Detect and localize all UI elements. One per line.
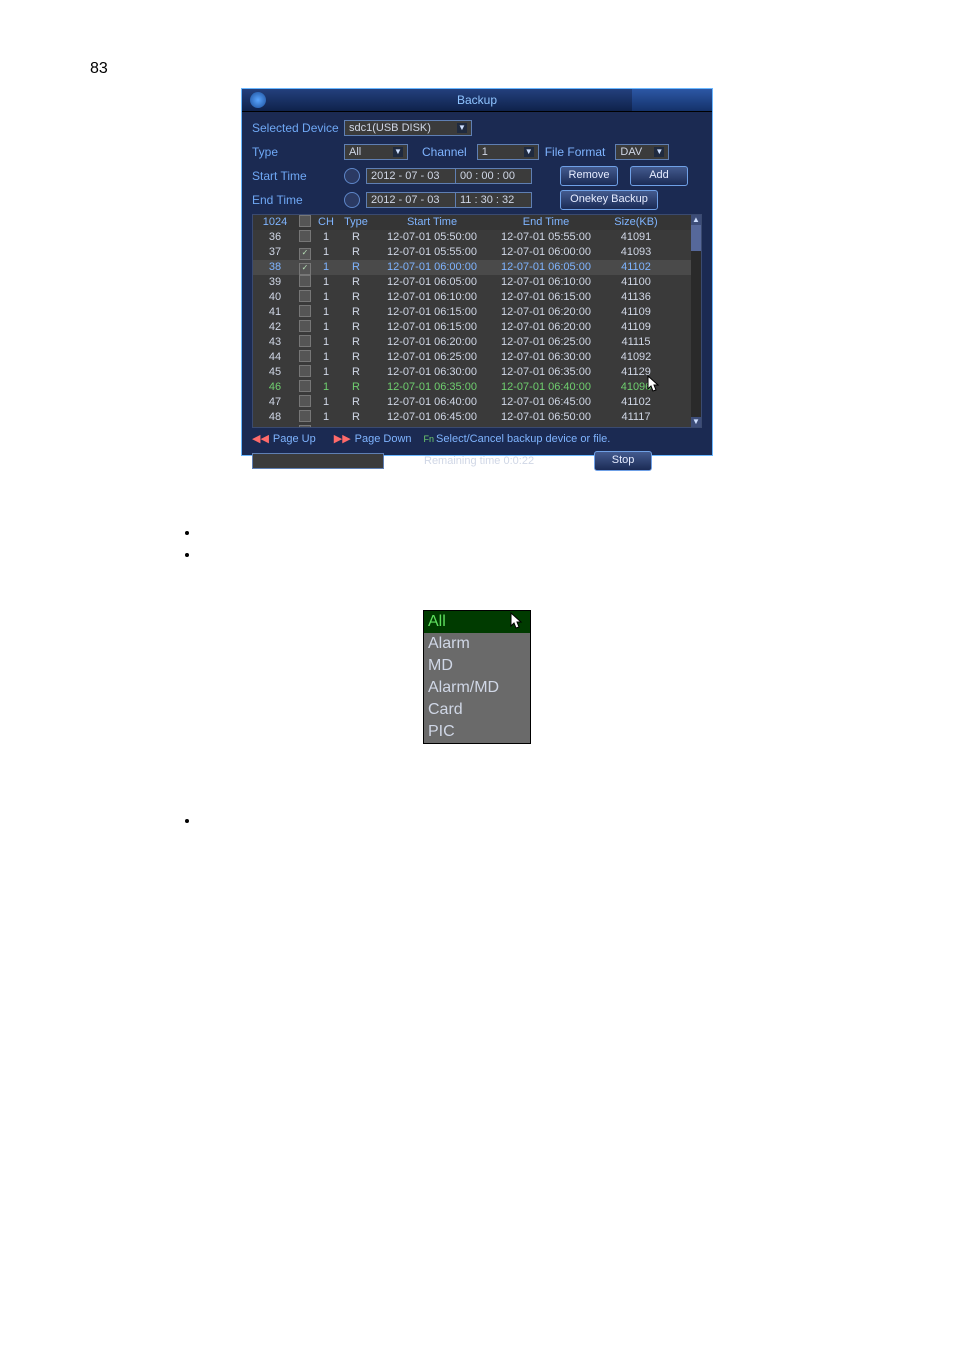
- table-row[interactable]: 481R12-07-01 06:45:0012-07-01 06:50:0041…: [253, 410, 701, 425]
- add-button[interactable]: Add: [630, 166, 688, 186]
- table-row[interactable]: 37✓1R12-07-01 05:55:0012-07-01 06:00:004…: [253, 245, 701, 260]
- remove-button[interactable]: Remove: [560, 166, 618, 186]
- channel-label: Channel: [422, 145, 467, 159]
- file-format-select[interactable]: DAV ▼: [615, 144, 669, 160]
- caption-placeholder: [90, 774, 864, 792]
- start-clock-input[interactable]: 00 : 00 : 00: [456, 168, 532, 184]
- table-row[interactable]: 361R12-07-01 05:50:0012-07-01 05:55:0041…: [253, 230, 701, 245]
- end-clock-input[interactable]: 11 : 30 : 32: [456, 192, 532, 208]
- backup-icon: [250, 92, 266, 108]
- table-row[interactable]: 38✓1R12-07-01 06:00:0012-07-01 06:05:004…: [253, 260, 701, 275]
- chevron-down-icon: ▼: [393, 147, 403, 157]
- bullet-item: [200, 546, 864, 562]
- page-up-label[interactable]: Page Up: [273, 433, 316, 445]
- chevron-down-icon: ▼: [524, 147, 534, 157]
- table-footer: ◀◀ Page Up ▶▶ Page Down Fn Select/Cancel…: [252, 432, 702, 445]
- backup-dialog: Backup Selected Device sdc1(USB DISK) ▼ …: [241, 88, 713, 456]
- progress-bar: [252, 453, 384, 469]
- scroll-down-icon[interactable]: ▼: [691, 417, 701, 427]
- scroll-up-icon[interactable]: ▲: [691, 215, 701, 225]
- table-row[interactable]: 471R12-07-01 06:40:0012-07-01 06:45:0041…: [253, 395, 701, 410]
- menu-item[interactable]: PIC: [424, 721, 530, 743]
- table-row[interactable]: 421R12-07-01 06:15:0012-07-01 06:20:0041…: [253, 320, 701, 335]
- selected-device-label: Selected Device: [252, 121, 344, 135]
- file-table: 1024 CH Type Start Time End Time Size(KB…: [252, 214, 702, 428]
- header-count: 1024: [253, 215, 297, 230]
- page-number: 83: [90, 60, 864, 78]
- type-value: All: [349, 145, 361, 159]
- page-down-icon[interactable]: ▶▶: [334, 432, 351, 445]
- file-format-value: DAV: [620, 145, 642, 159]
- menu-item[interactable]: Card: [424, 699, 530, 721]
- chevron-down-icon: ▼: [654, 147, 664, 157]
- header-size: Size(KB): [601, 215, 671, 230]
- page-down-label[interactable]: Page Down: [355, 433, 412, 445]
- fn-icon: Fn: [424, 434, 435, 444]
- page-up-icon[interactable]: ◀◀: [252, 432, 269, 445]
- bullet-list-1: [200, 524, 864, 562]
- table-row[interactable]: 451R12-07-01 06:30:0012-07-01 06:35:0041…: [253, 365, 701, 380]
- channel-value: 1: [482, 145, 488, 159]
- clock-icon: [344, 192, 360, 208]
- header-type: Type: [339, 215, 373, 230]
- header-ch: CH: [313, 215, 339, 230]
- table-row[interactable]: 431R12-07-01 06:20:0012-07-01 06:25:0041…: [253, 335, 701, 350]
- end-date-input[interactable]: 2012 - 07 - 03: [366, 192, 456, 208]
- table-row[interactable]: 491R12-07-01 06:50:0012-07-01 06:55:0041…: [253, 425, 701, 428]
- selected-device-value: sdc1(USB DISK): [349, 121, 431, 135]
- header-start: Start Time: [373, 215, 491, 230]
- type-menu: AllAlarmMDAlarm/MDCardPIC: [423, 610, 531, 744]
- select-cancel-hint: Select/Cancel backup device or file.: [436, 433, 610, 445]
- type-select[interactable]: All ▼: [344, 144, 408, 160]
- menu-item[interactable]: MD: [424, 655, 530, 677]
- scrollbar[interactable]: ▲ ▼: [691, 215, 701, 427]
- remaining-time: Remaining time 0:0:22: [424, 455, 534, 467]
- header-end: End Time: [491, 215, 601, 230]
- start-time-label: Start Time: [252, 169, 344, 183]
- table-row[interactable]: 401R12-07-01 06:10:0012-07-01 06:15:0041…: [253, 290, 701, 305]
- table-row[interactable]: 441R12-07-01 06:25:0012-07-01 06:30:0041…: [253, 350, 701, 365]
- table-row[interactable]: 411R12-07-01 06:15:0012-07-01 06:20:0041…: [253, 305, 701, 320]
- header-checkbox[interactable]: [297, 215, 313, 230]
- stop-button[interactable]: Stop: [594, 451, 652, 471]
- cursor-icon: [510, 612, 524, 637]
- scroll-thumb[interactable]: [691, 225, 701, 251]
- start-date-input[interactable]: 2012 - 07 - 03: [366, 168, 456, 184]
- bullet-item: [200, 524, 864, 540]
- titlebar-decor: [632, 89, 712, 111]
- type-label: Type: [252, 145, 344, 159]
- table-header: 1024 CH Type Start Time End Time Size(KB…: [253, 215, 701, 230]
- chevron-down-icon: ▼: [457, 123, 467, 133]
- caption-placeholder: [90, 486, 864, 504]
- channel-select[interactable]: 1 ▼: [477, 144, 539, 160]
- titlebar: Backup: [242, 89, 712, 112]
- table-row[interactable]: 461R12-07-01 06:35:0012-07-01 06:40:0041…: [253, 380, 701, 395]
- bullet-item: [200, 812, 864, 828]
- end-time-label: End Time: [252, 193, 344, 207]
- menu-item[interactable]: Alarm/MD: [424, 677, 530, 699]
- table-row[interactable]: 391R12-07-01 06:05:0012-07-01 06:10:0041…: [253, 275, 701, 290]
- selected-device-select[interactable]: sdc1(USB DISK) ▼: [344, 120, 472, 136]
- bullet-list-2: [200, 812, 864, 828]
- clock-icon: [344, 168, 360, 184]
- file-format-label: File Format: [545, 145, 606, 159]
- onekey-backup-button[interactable]: Onekey Backup: [560, 190, 658, 210]
